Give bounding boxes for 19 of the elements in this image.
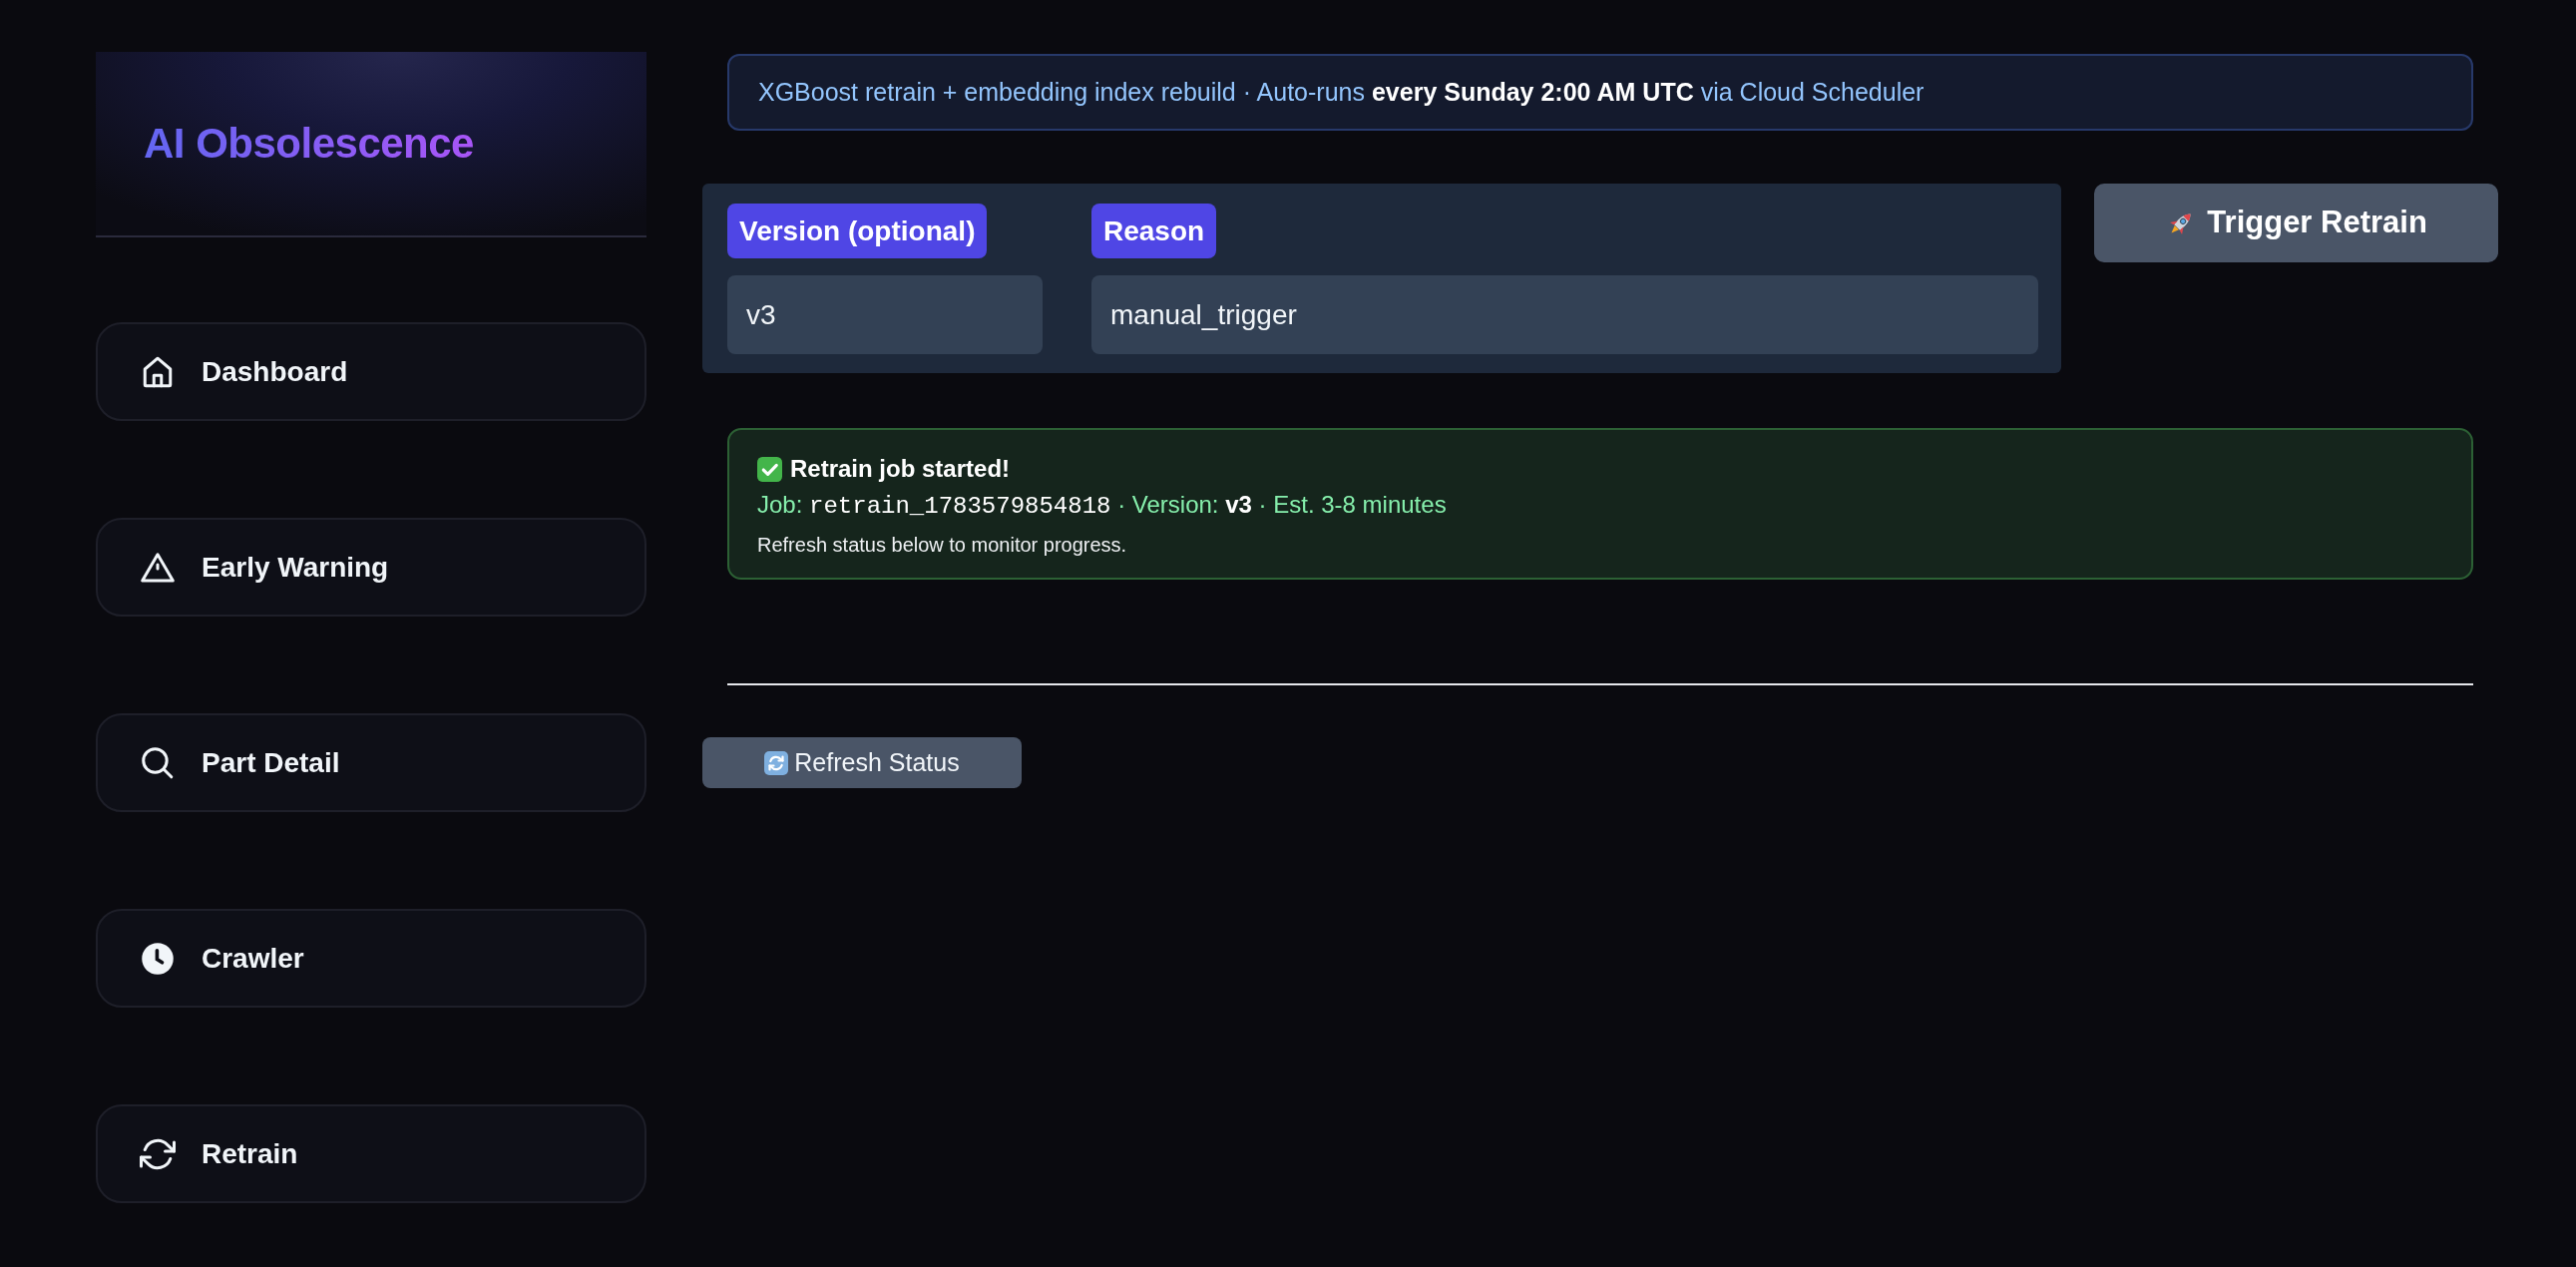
field-label: Reason — [1091, 204, 1217, 258]
retrain-button[interactable]: Trigger Retrain — [2094, 184, 2498, 262]
text-field[interactable]: v3 — [727, 275, 1043, 354]
search-icon — [140, 744, 176, 781]
info-banner: XGBoost retrain + embedding index rebuild · Auto-runs every Sunday 2:00 AM UTC via Cloud Scheduler — [727, 54, 2473, 131]
nav-item[interactable]: Crawler — [96, 909, 646, 1008]
refresh-button[interactable]: Refresh Status — [702, 737, 1022, 788]
refresh-icon — [764, 750, 789, 775]
alert-title: Retrain job started! — [790, 454, 1011, 484]
nav-item[interactable]: Dashboard — [96, 322, 646, 421]
clock-icon — [140, 940, 176, 977]
field-label: Version (optional) — [727, 204, 988, 258]
alert-note: Refresh status below to monitor progress. — [757, 533, 1128, 558]
text-field[interactable]: manual_trigger — [1091, 275, 2039, 354]
nav-item[interactable]: Retrain — [96, 1104, 646, 1203]
check-icon — [757, 456, 782, 482]
job-details: Job: retrain_1783579854818 · Version: v3 · Est. 3-8 minutes — [757, 490, 1448, 522]
nav-item[interactable]: Part Detail — [96, 713, 646, 812]
nav-item[interactable]: Early Warning — [96, 518, 646, 617]
